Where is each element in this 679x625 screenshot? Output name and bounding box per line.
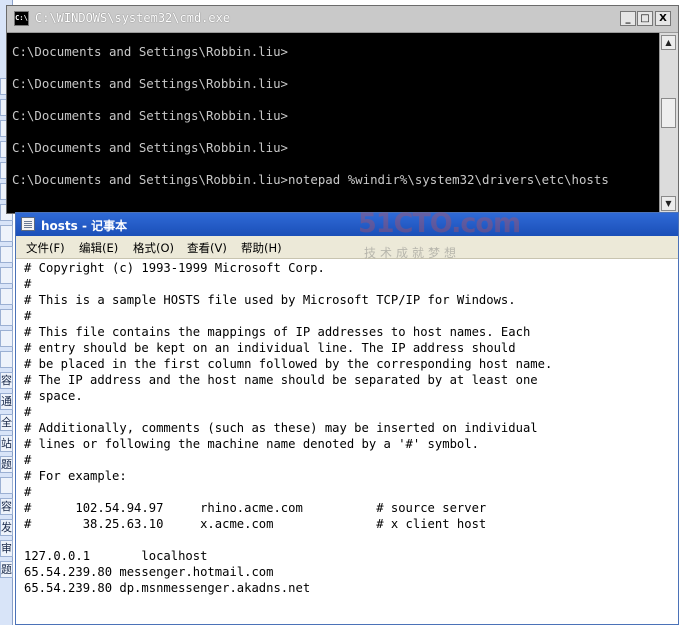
cmd-scrollbar[interactable]: ▲ ▼ — [659, 33, 678, 213]
watermark-logo: 51CTO.com — [358, 208, 521, 239]
background-chip: 发 — [0, 519, 13, 536]
background-chip — [0, 351, 13, 368]
text-line: # Additionally, comments (such as these)… — [24, 421, 538, 435]
scroll-down-icon[interactable]: ▼ — [661, 196, 676, 211]
cmd-line: C:\Documents and Settings\Robbin.liu> — [12, 44, 289, 59]
background-chip: 全 — [0, 414, 13, 431]
text-line: # entry should be kept on an individual … — [24, 341, 516, 355]
text-line: # 38.25.63.10 x.acme.com # x client host — [24, 517, 487, 531]
text-line: # This is a sample HOSTS file used by Mi… — [24, 293, 516, 307]
notepad-window-title: hosts - 记事本 — [41, 219, 128, 233]
text-line: # Copyright (c) 1993-1999 Microsoft Corp… — [24, 261, 325, 275]
menu-help[interactable]: 帮助(H) — [241, 240, 282, 256]
text-line: 127.0.0.1 localhost — [24, 549, 208, 563]
background-chip — [0, 225, 13, 242]
text-line: # space. — [24, 389, 83, 403]
watermark-slogan: 技术成就梦想 — [364, 246, 461, 260]
text-line: # 102.54.94.97 rhino.acme.com # source s… — [24, 501, 487, 515]
cmd-title-bar[interactable]: C:\ C:\WINDOWS\system32\cmd.exe _ □ X — [7, 6, 678, 33]
menu-edit[interactable]: 编辑(E) — [79, 240, 118, 256]
notepad-app-icon — [21, 217, 35, 231]
watermark: 51CTO.com 技术成就梦想 — [358, 208, 521, 268]
background-chip — [0, 246, 13, 263]
background-chip — [0, 330, 13, 347]
minimize-button[interactable]: _ — [620, 11, 636, 26]
menu-view[interactable]: 查看(V) — [187, 240, 227, 256]
maximize-button[interactable]: □ — [637, 11, 653, 26]
cmd-window-title: C:\WINDOWS\system32\cmd.exe — [35, 11, 231, 25]
cmd-line: C:\Documents and Settings\Robbin.liu>not… — [12, 172, 609, 187]
text-line: # The IP address and the host name shoul… — [24, 373, 538, 387]
text-line: # — [24, 453, 32, 467]
cmd-console-output[interactable]: C:\Documents and Settings\Robbin.liu> C:\… — [7, 33, 658, 213]
cmd-window[interactable]: C:\ C:\WINDOWS\system32\cmd.exe _ □ X C:… — [6, 5, 679, 214]
text-line: # — [24, 405, 32, 419]
cmd-app-icon: C:\ — [14, 11, 29, 26]
text-line: # For example: — [24, 469, 127, 483]
background-chip: 题 — [0, 561, 13, 578]
menu-file[interactable]: 文件(F) — [26, 240, 65, 256]
text-line: # be placed in the first column followed… — [24, 357, 553, 371]
notepad-text-area[interactable]: # Copyright (c) 1993-1999 Microsoft Corp… — [22, 259, 678, 624]
cmd-line: C:\Documents and Settings\Robbin.liu> — [12, 108, 289, 123]
background-chip: 通 — [0, 393, 13, 410]
menu-format[interactable]: 格式(O) — [133, 240, 174, 256]
background-chip: 容 — [0, 372, 13, 389]
background-chip — [0, 288, 13, 305]
scroll-thumb[interactable] — [661, 98, 676, 128]
notepad-menu-bar: 文件(F) 编辑(E) 格式(O) 查看(V) 帮助(H) — [16, 236, 678, 259]
background-chip — [0, 267, 13, 284]
cmd-line: C:\Documents and Settings\Robbin.liu> — [12, 140, 289, 155]
background-chip — [0, 309, 13, 326]
notepad-title-bar[interactable]: hosts - 记事本 — [16, 213, 678, 236]
background-chip: 题 — [0, 456, 13, 473]
background-chip: 审 — [0, 540, 13, 557]
text-line: 65.54.239.80 messenger.hotmail.com — [24, 565, 274, 579]
text-line: # — [24, 309, 32, 323]
notepad-window[interactable]: hosts - 记事本 文件(F) 编辑(E) 格式(O) 查看(V) 帮助(H… — [15, 212, 679, 625]
text-line: # lines or following the machine name de… — [24, 437, 479, 451]
scroll-up-icon[interactable]: ▲ — [661, 35, 676, 50]
background-chip: 容 — [0, 498, 13, 515]
text-line — [24, 532, 678, 548]
text-line: # — [24, 485, 32, 499]
background-chip: 站 — [0, 435, 13, 452]
background-chip — [0, 477, 13, 494]
text-line: # This file contains the mappings of IP … — [24, 325, 531, 339]
text-line: 65.54.239.80 dp.msnmessenger.akadns.net — [24, 581, 311, 595]
text-line: # — [24, 277, 32, 291]
cmd-line: C:\Documents and Settings\Robbin.liu> — [12, 76, 289, 91]
close-button[interactable]: X — [655, 11, 671, 26]
